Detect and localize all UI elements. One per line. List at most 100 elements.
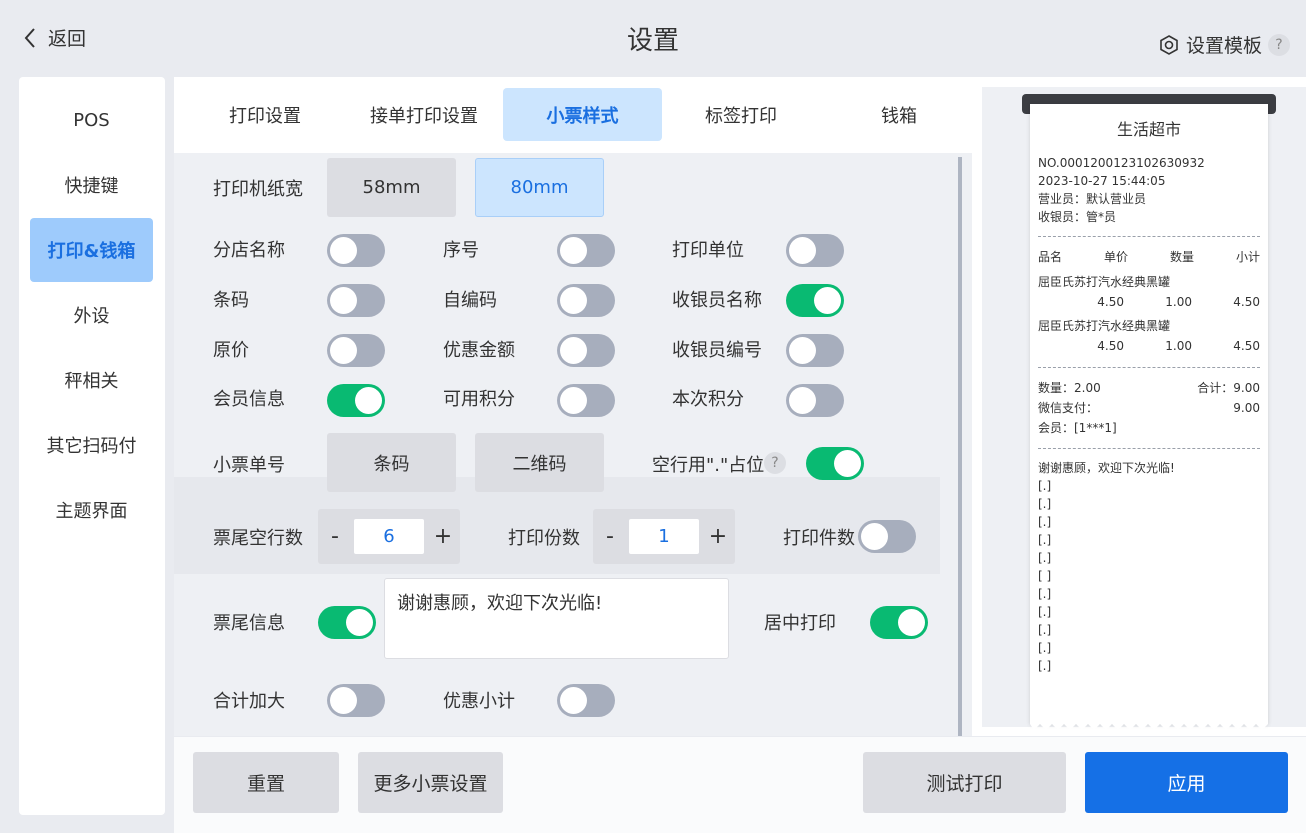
increment-button[interactable]: + (426, 509, 460, 564)
discount-subtotal-toggle[interactable] (557, 684, 615, 717)
column-header: 数量 (1169, 250, 1194, 264)
divider (1038, 367, 1260, 368)
settings-template-button[interactable]: 设置模板 ? (1158, 31, 1290, 58)
paper-width-label: 打印机纸宽 (213, 179, 303, 200)
test-print-button[interactable]: 测试打印 (863, 752, 1066, 813)
item-price: 4.50 (1097, 339, 1124, 353)
payment-value: 9.00 (1233, 401, 1260, 415)
blank-line: [.] (1038, 587, 1052, 601)
sidebar-item-scale[interactable]: 秤相关 (30, 348, 153, 412)
settings-template-label: 设置模板 (1185, 35, 1262, 57)
blank-line: [.] (1038, 533, 1052, 547)
divider (1038, 448, 1260, 449)
blank-line: [.] (1038, 479, 1052, 493)
tab-order-print-settings[interactable]: 接单打印设置 (350, 88, 498, 141)
branch-name-toggle[interactable] (327, 234, 385, 267)
blank-line: [.] (1038, 551, 1052, 565)
sidebar-item-theme[interactable]: 主题界面 (30, 478, 153, 542)
sidebar-item-other-scan-pay[interactable]: 其它扫码付 (30, 413, 153, 477)
discount-amount-toggle[interactable] (557, 334, 615, 367)
tab-bar: 打印设置 接单打印设置 小票样式 标签打印 钱箱 (174, 77, 972, 153)
receipt-item-values: 4.50 1.00 4.50 (1038, 291, 1260, 313)
cashier-no-toggle[interactable] (786, 334, 844, 367)
current-points-toggle[interactable] (786, 384, 844, 417)
apply-button[interactable]: 应用 (1085, 752, 1288, 813)
tab-cashbox[interactable]: 钱箱 (834, 88, 964, 141)
footer-text-input[interactable]: 谢谢惠顾，欢迎下次光临! (384, 578, 729, 659)
tab-receipt-style[interactable]: 小票样式 (503, 88, 662, 141)
self-code-label: 自编码 (443, 290, 497, 311)
bottom-action-bar: 重置 更多小票设置 测试打印 应用 (174, 737, 1306, 833)
discount-subtotal-label: 优惠小计 (443, 691, 515, 712)
paper-58mm-button[interactable]: 58mm (327, 158, 456, 217)
reset-button[interactable]: 重置 (193, 752, 339, 813)
serial-no-label: 序号 (443, 240, 479, 261)
print-unit-toggle[interactable] (786, 234, 844, 267)
cashier-no-label: 收银员编号 (672, 340, 762, 361)
self-code-toggle[interactable] (557, 284, 615, 317)
member-info-label: 会员信息 (213, 389, 285, 410)
settings-hexagon-icon (1158, 34, 1180, 56)
item-qty: 1.00 (1165, 295, 1192, 309)
blank-line: [.] (1038, 659, 1052, 673)
barcode-label: 条码 (213, 290, 249, 311)
receipt-item-values: 4.50 1.00 4.50 (1038, 335, 1260, 357)
center-print-toggle[interactable] (870, 606, 928, 639)
receipt-no-barcode-button[interactable]: 条码 (327, 433, 456, 492)
preview-stage: 生活超市 NO.0001200123102630932 2023-10-27 1… (982, 87, 1306, 730)
blank-placeholder-toggle[interactable] (806, 447, 864, 480)
help-icon[interactable]: ? (764, 452, 786, 474)
item-price: 4.50 (1097, 295, 1124, 309)
receipt-member: 会员：[1***1] (1038, 418, 1260, 438)
sidebar-item-print-cashbox[interactable]: 打印&钱箱 (30, 218, 153, 282)
print-count-toggle[interactable] (858, 520, 916, 553)
increment-button[interactable]: + (701, 509, 735, 564)
blank-line: [.] (1038, 497, 1052, 511)
sidebar: POS 快捷键 打印&钱箱 外设 秤相关 其它扫码付 主题界面 (19, 77, 165, 815)
more-receipt-settings-button[interactable]: 更多小票设置 (358, 752, 503, 813)
tab-label-print[interactable]: 标签打印 (676, 88, 806, 141)
receipt-salesperson: 营业员：默认营业员 (1038, 192, 1147, 206)
receipt-paper: 生活超市 NO.0001200123102630932 2023-10-27 1… (1030, 104, 1268, 730)
copies-label: 打印份数 (508, 528, 580, 549)
footer-info-toggle[interactable] (318, 606, 376, 639)
member-info-toggle[interactable] (327, 384, 385, 417)
receipt-store-name: 生活超市 (1116, 120, 1181, 139)
original-price-toggle[interactable] (327, 334, 385, 367)
receipt-thanks: 谢谢惠顾，欢迎下次光临! (1038, 461, 1175, 475)
copies-input[interactable] (629, 519, 699, 554)
column-header: 单价 (1103, 250, 1128, 264)
tab-print-settings[interactable]: 打印设置 (200, 88, 330, 141)
barcode-toggle[interactable] (327, 284, 385, 317)
footer-blank-lines-input[interactable] (354, 519, 424, 554)
scrollbar[interactable] (958, 157, 962, 736)
column-header: 小计 (1235, 250, 1260, 264)
cashier-name-toggle[interactable] (786, 284, 844, 317)
total-enlarge-toggle[interactable] (327, 684, 385, 717)
receipt-item-name: 屈臣氏苏打汽水经典黑罐 (1038, 275, 1171, 289)
serial-no-toggle[interactable] (557, 234, 615, 267)
original-price-label: 原价 (213, 340, 249, 361)
receipt-column-headers: 品名 单价 数量 小计 (1038, 247, 1260, 267)
member-value: 会员：[1***1] (1038, 421, 1117, 435)
receipt-no-qrcode-button[interactable]: 二维码 (475, 433, 604, 492)
page-title: 设置 (626, 26, 679, 56)
sidebar-item-pos[interactable]: POS (30, 88, 153, 152)
footer-blank-lines-label: 票尾空行数 (213, 528, 303, 549)
help-icon[interactable]: ? (1268, 33, 1290, 56)
blank-line: [.] (1038, 605, 1052, 619)
payment-label: 微信支付： (1038, 401, 1099, 415)
sidebar-item-peripherals[interactable]: 外设 (30, 283, 153, 347)
paper-80mm-button[interactable]: 80mm (475, 158, 604, 217)
decrement-button[interactable]: - (318, 509, 352, 564)
available-points-toggle[interactable] (557, 384, 615, 417)
sum-total: 合计：9.00 (1197, 381, 1260, 395)
total-enlarge-label: 合计加大 (213, 691, 285, 712)
column-header: 品名 (1038, 250, 1063, 264)
decrement-button[interactable]: - (593, 509, 627, 564)
sidebar-item-shortcuts[interactable]: 快捷键 (30, 153, 153, 217)
top-bar: 返回 设置 设置模板 ? (0, 0, 1306, 76)
qty-total: 数量：2.00 (1038, 381, 1101, 395)
receipt-torn-edge (1030, 722, 1268, 730)
receipt-totals: 数量：2.00 合计：9.00 (1038, 378, 1260, 398)
